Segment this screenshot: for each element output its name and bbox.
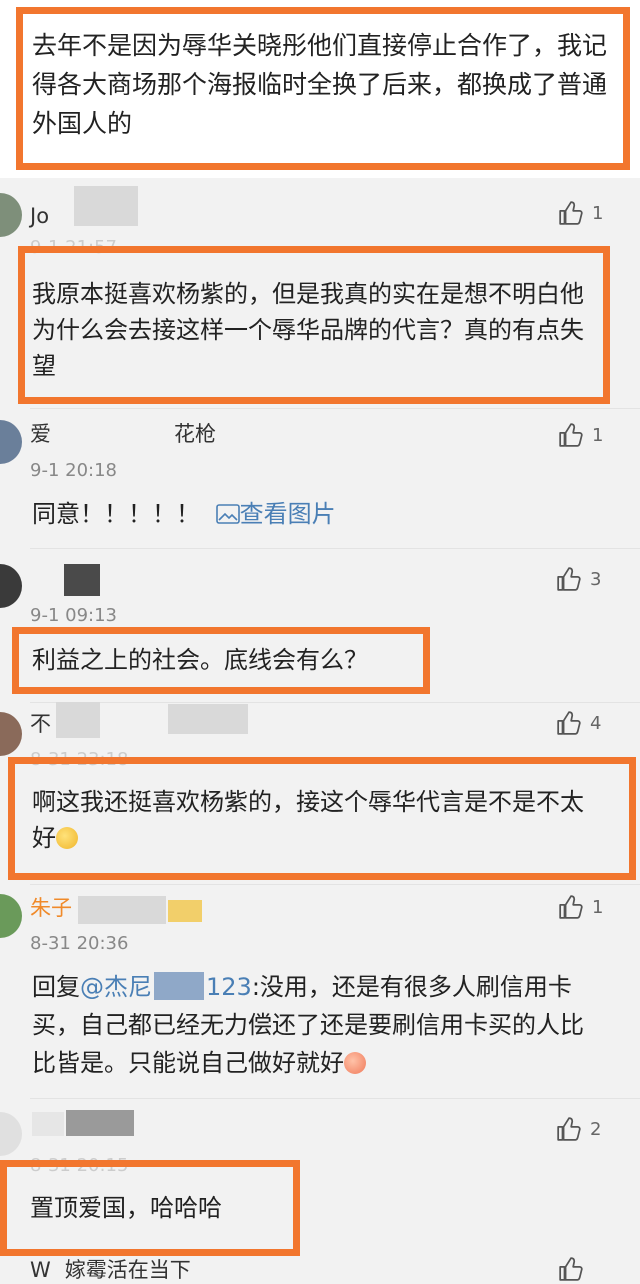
comment-text-body: 啊这我还挺喜欢杨紫的，接这个辱华代言是不是不太好 — [32, 788, 584, 852]
username-blur — [64, 564, 100, 596]
username[interactable]: 朱子 — [30, 894, 72, 922]
username-suffix: 嫁霉活在当下 — [64, 1258, 191, 1282]
username-end[interactable]: 花枪 — [174, 420, 216, 448]
comment-text-body: 同意！！！！！ — [32, 500, 200, 528]
like-count: 1 — [592, 896, 604, 918]
reply-prefix: 回复 — [32, 973, 80, 1001]
thumbs-up-icon — [557, 1117, 581, 1141]
thumbs-up-icon — [559, 201, 583, 225]
view-image-label[interactable]: 查看图片 — [240, 500, 336, 528]
divider — [30, 548, 640, 549]
username-blur — [32, 1112, 64, 1136]
image-icon — [215, 504, 240, 524]
thumbs-up-icon — [559, 423, 583, 447]
like-button[interactable]: 1 — [558, 894, 603, 920]
like-count: 1 — [592, 424, 604, 446]
emoji-icon — [56, 827, 78, 849]
like-count: 1 — [592, 202, 604, 224]
avatar[interactable] — [0, 894, 22, 938]
divider — [30, 702, 640, 703]
username[interactable]: Jo — [30, 202, 49, 230]
avatar[interactable] — [0, 420, 22, 464]
like-button[interactable]: 4 — [556, 710, 601, 736]
mention-link[interactable]: @杰尼 123 — [80, 972, 252, 1001]
timestamp: 9-1 09:13 — [30, 605, 117, 626]
username-blur — [78, 896, 166, 924]
thumbs-up-icon — [557, 567, 581, 591]
username-blur — [168, 704, 248, 734]
timestamp: 9-1 20:18 — [30, 460, 117, 481]
comment-text: 我原本挺喜欢杨紫的，但是我真的实在是想不明白他为什么会去接这样一个辱华品牌的代言… — [32, 280, 584, 380]
comment-text: 置顶爱国，哈哈哈 — [30, 1194, 222, 1222]
username-blur — [56, 418, 172, 448]
thumbs-up-icon — [559, 1257, 583, 1281]
thumbs-up-icon — [559, 895, 583, 919]
top-comment-text: 去年不是因为辱华关晓彤他们直接停止合作了，我记得各大商场那个海报临时全换了后来，… — [32, 31, 608, 138]
divider — [30, 1098, 640, 1099]
mention-blur — [154, 972, 204, 1000]
username-start[interactable]: 爱 — [30, 420, 51, 448]
username-blur — [74, 186, 138, 226]
divider — [30, 408, 640, 409]
like-button[interactable]: 2 — [556, 1116, 601, 1142]
thumbs-up-icon — [557, 711, 581, 735]
avatar[interactable] — [0, 712, 22, 756]
avatar[interactable] — [0, 193, 22, 237]
comment-text: 啊这我还挺喜欢杨紫的，接这个辱华代言是不是不太好 — [32, 784, 602, 856]
timestamp: 8-31 20:36 — [30, 933, 129, 954]
username-blur — [66, 1110, 134, 1136]
avatar[interactable] — [0, 1112, 22, 1156]
mention-start[interactable]: @杰尼 — [80, 973, 152, 1001]
divider — [30, 884, 640, 885]
emoji-icon — [344, 1052, 366, 1074]
like-button[interactable]: 3 — [556, 566, 601, 592]
like-button[interactable] — [558, 1256, 584, 1282]
username-blur — [32, 566, 62, 596]
view-image-link[interactable]: 查看图片 — [215, 500, 336, 528]
comment-text: 同意！！！！！ 查看图片 — [32, 496, 336, 532]
like-button[interactable]: 1 — [558, 200, 603, 226]
comment-text: 回复@杰尼 123:没用，还是有很多人刷信用卡买，自己都已经无力偿还了还是要刷信用… — [32, 968, 600, 1082]
username-badge-blur — [168, 900, 202, 922]
like-count: 2 — [590, 1118, 602, 1140]
mention-end[interactable]: 123 — [206, 973, 252, 1001]
username-text[interactable]: W — [30, 1258, 51, 1282]
avatar[interactable] — [0, 564, 22, 608]
username[interactable]: W 嫁霉活在当下 — [30, 1256, 191, 1284]
like-button[interactable]: 1 — [558, 422, 603, 448]
username[interactable]: 不 — [30, 710, 51, 738]
like-count: 4 — [590, 712, 602, 734]
username-blur — [56, 702, 100, 738]
like-count: 3 — [590, 568, 602, 590]
comment-text: 利益之上的社会。底线会有么？ — [32, 646, 368, 674]
